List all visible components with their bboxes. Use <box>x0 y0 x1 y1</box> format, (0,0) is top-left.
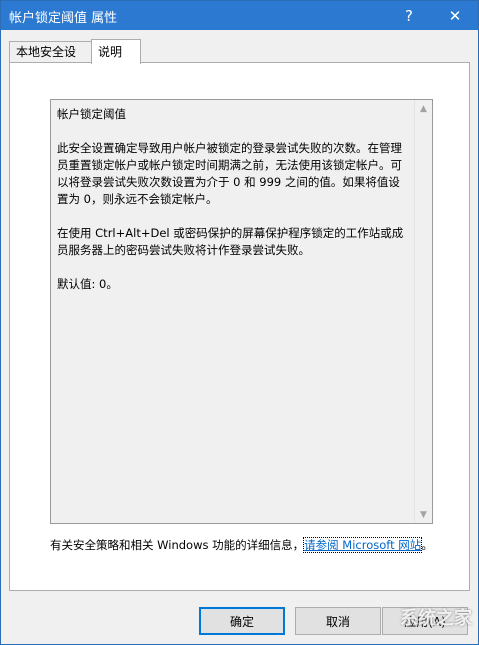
description-paragraph-1: 此安全设置确定导致用户帐户被锁定的登录尝试失败的次数。在管理员重置锁定帐户或帐户… <box>57 141 402 206</box>
window-title: 帐户锁定阈值 属性 <box>9 11 118 26</box>
tab-panel-explain: 帐户锁定阈值 此安全设置确定导致用户帐户被锁定的登录尝试失败的次数。在管理员重置… <box>9 62 470 591</box>
microsoft-website-link[interactable]: 请参阅 Microsoft 网站 <box>303 537 423 553</box>
scroll-up-arrow-icon[interactable]: ▲ <box>415 100 432 117</box>
properties-dialog: 帐户锁定阈值 属性 ? ✕ 本地安全设置 说明 帐户锁定阈值 此安全设置确定导致… <box>0 0 479 645</box>
question-icon: ? <box>405 6 413 25</box>
close-icon: ✕ <box>448 6 462 25</box>
tab-explain[interactable]: 说明 <box>91 39 141 64</box>
apply-button[interactable]: 应用(A) <box>382 607 468 635</box>
scroll-down-arrow-icon[interactable]: ▼ <box>415 506 432 523</box>
description-text: 帐户锁定阈值 此安全设置确定导致用户帐户被锁定的登录尝试失败的次数。在管理员重置… <box>57 106 410 310</box>
more-info-text: 有关安全策略和相关 Windows 功能的详细信息，请参阅 Microsoft … <box>50 537 450 554</box>
description-paragraph-3: 默认值: 0。 <box>57 277 118 291</box>
ok-button[interactable]: 确定 <box>199 607 285 635</box>
help-button[interactable]: ? <box>386 1 432 30</box>
tab-local-security-setting[interactable]: 本地安全设置 <box>9 41 92 80</box>
description-heading: 帐户锁定阈值 <box>57 107 126 121</box>
description-textbox[interactable]: 帐户锁定阈值 此安全设置确定导致用户帐户被锁定的登录尝试失败的次数。在管理员重置… <box>50 99 433 524</box>
more-info-label: 有关安全策略和相关 Windows 功能的详细信息， <box>50 538 305 552</box>
description-paragraph-2: 在使用 Ctrl+Alt+Del 或密码保护的屏幕保护程序锁定的工作站或成员服务… <box>57 226 404 257</box>
cancel-button[interactable]: 取消 <box>295 607 381 635</box>
title-bar[interactable]: 帐户锁定阈值 属性 ? ✕ <box>1 1 478 30</box>
tab-strip: 本地安全设置 说明 <box>9 39 470 80</box>
vertical-scrollbar[interactable]: ▲ ▼ <box>414 100 432 523</box>
close-button[interactable]: ✕ <box>432 1 478 30</box>
more-info-suffix: 。 <box>421 538 433 552</box>
